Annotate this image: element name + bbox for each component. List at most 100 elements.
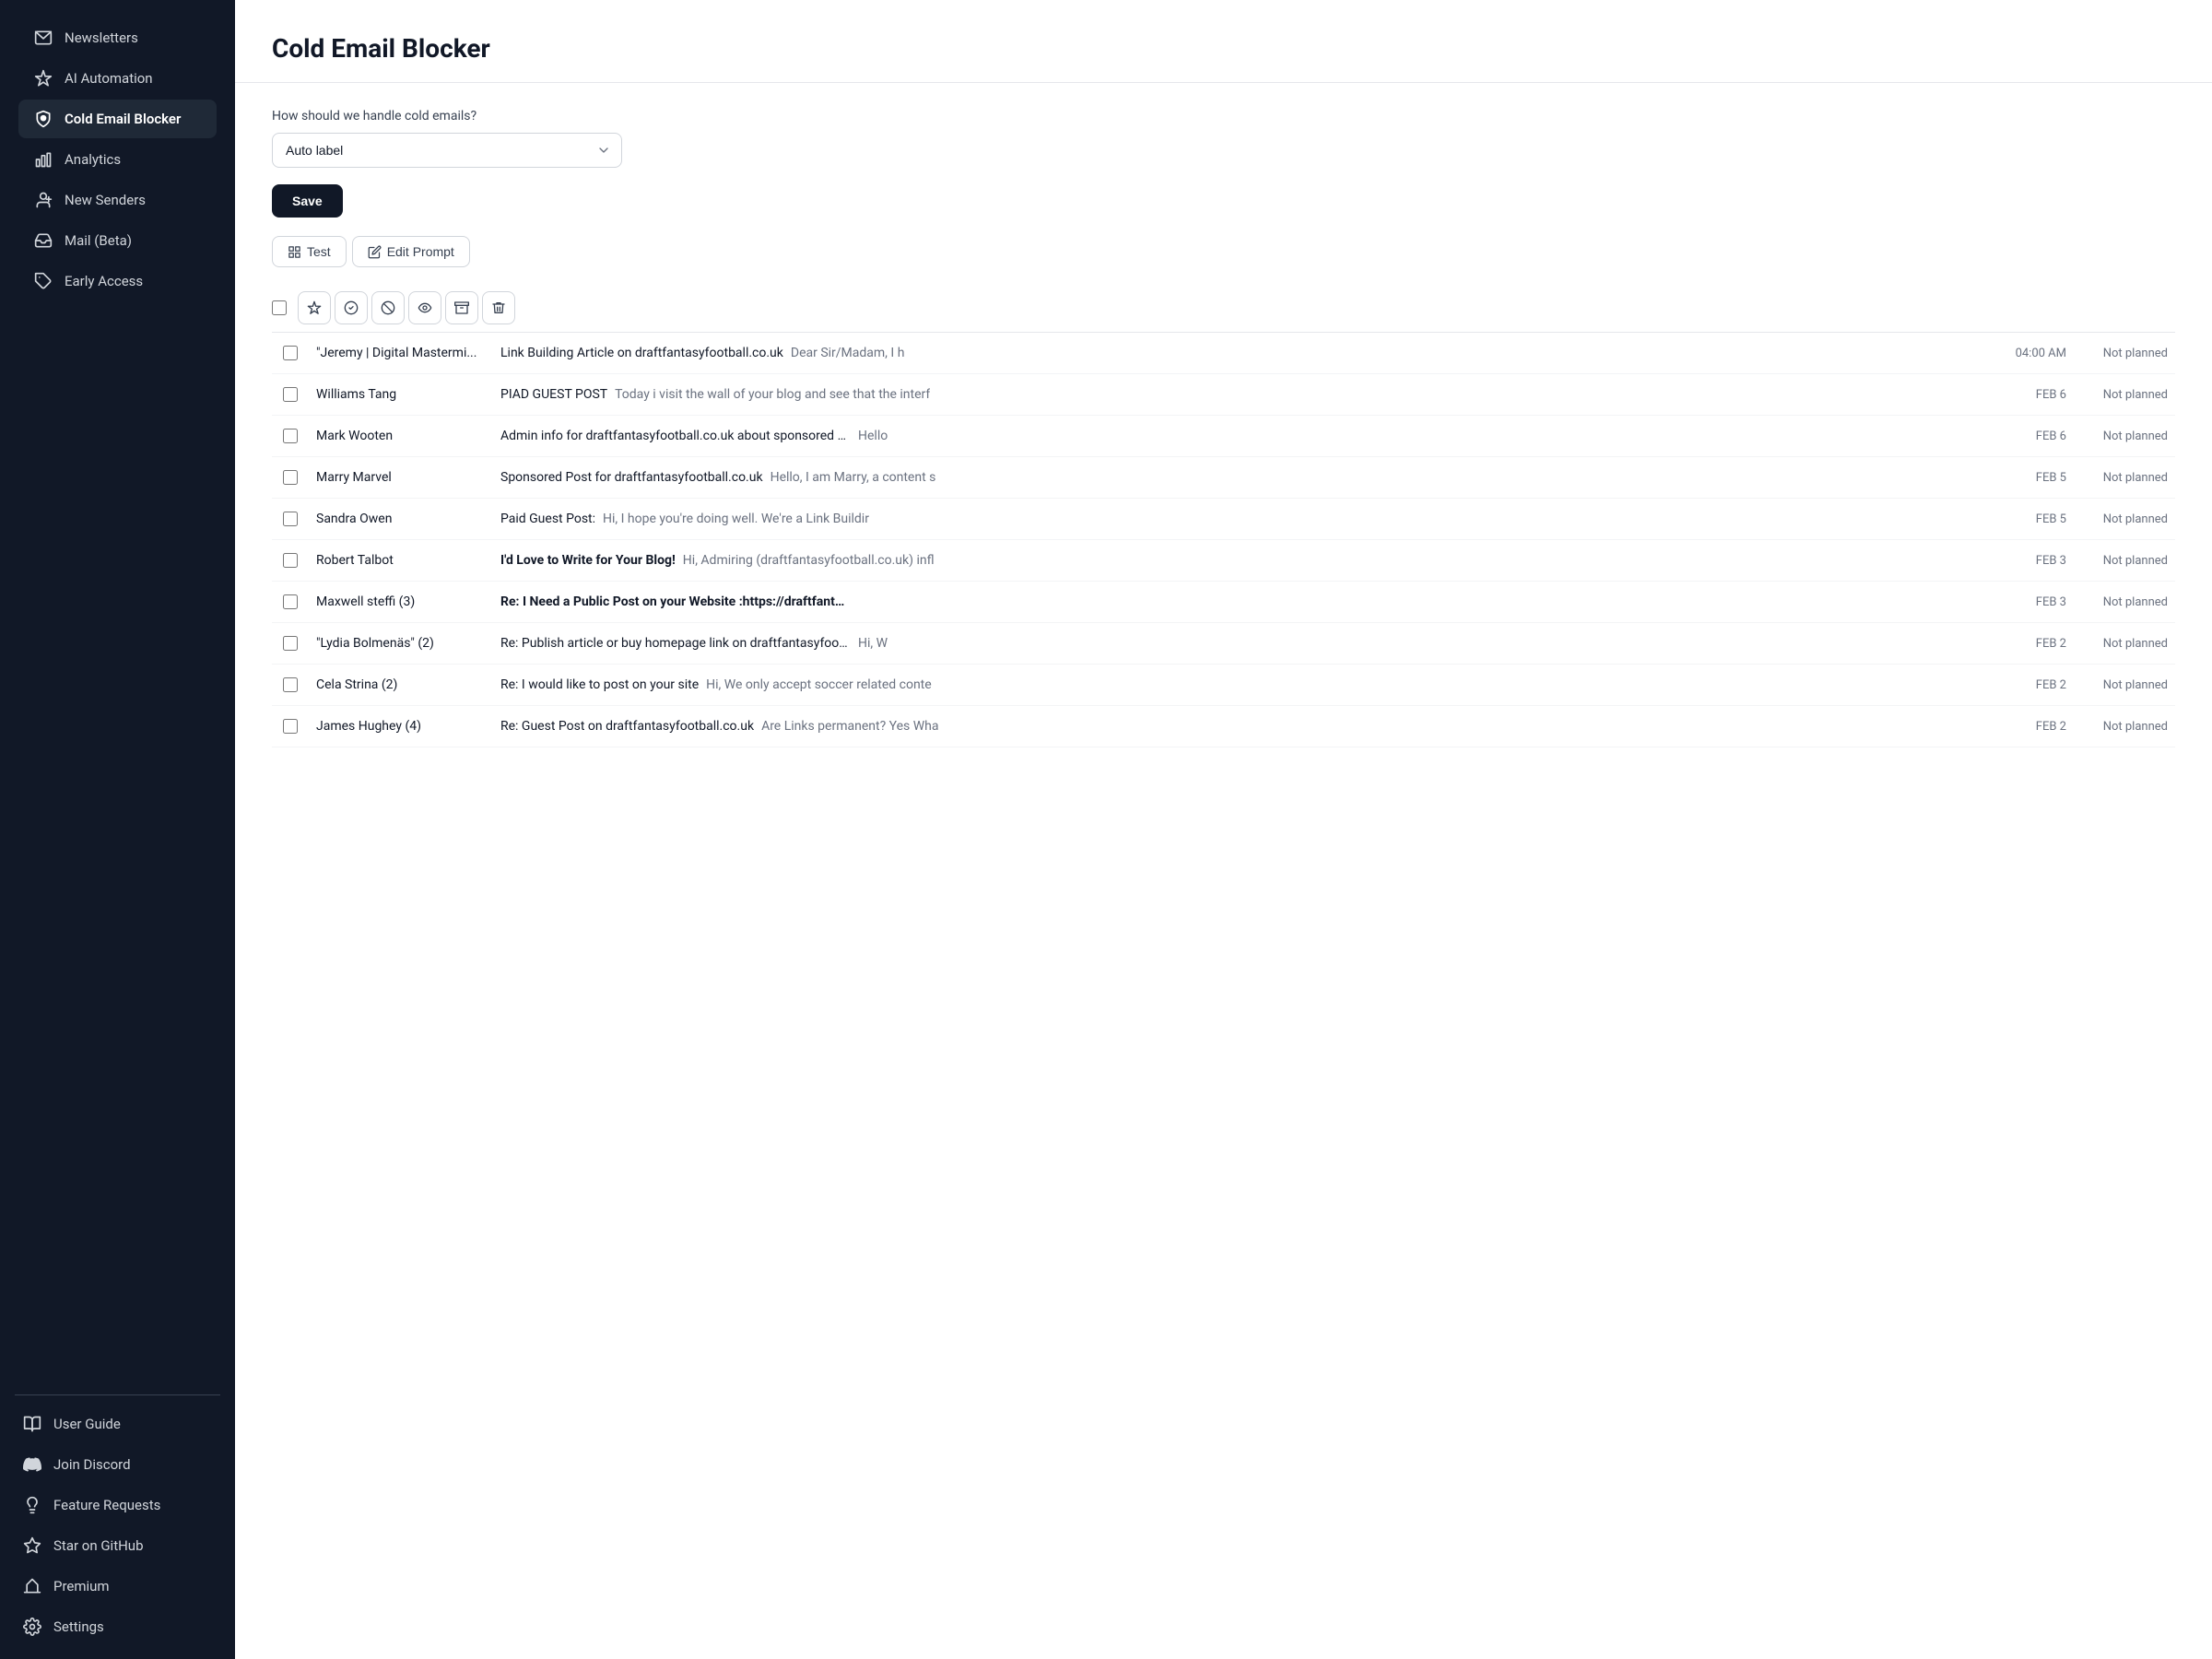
email-content: Re: I Need a Public Post on your Website… bbox=[493, 582, 1991, 622]
sidebar-item-ai-automation[interactable]: AI Automation bbox=[18, 59, 217, 98]
email-preview: Today i visit the wall of your blog and … bbox=[615, 387, 930, 402]
sidebar-item-analytics[interactable]: Analytics bbox=[18, 140, 217, 179]
handle-select[interactable]: Auto label Archive Delete Mark as read bbox=[272, 133, 622, 168]
email-content: Sponsored Post for draftfantasyfootball.… bbox=[493, 457, 1991, 498]
email-date: 04:00 AM bbox=[1991, 334, 2074, 373]
sidebar-bottom: User Guide Join Discord Feature Requests bbox=[0, 1403, 235, 1659]
sidebar-label-premium: Premium bbox=[53, 1578, 110, 1594]
toolbar-block-button[interactable] bbox=[371, 291, 405, 324]
row-checkbox-wrapper bbox=[272, 540, 309, 581]
sparkle-icon bbox=[33, 68, 53, 88]
star-icon bbox=[22, 1535, 42, 1556]
sidebar-item-mail-beta[interactable]: Mail (Beta) bbox=[18, 221, 217, 260]
email-date: FEB 3 bbox=[1991, 582, 2074, 622]
row-checkbox[interactable] bbox=[283, 594, 298, 609]
email-row[interactable]: Sandra Owen Paid Guest Post: Hi, I hope … bbox=[272, 499, 2175, 540]
row-checkbox[interactable] bbox=[283, 470, 298, 485]
email-content: I'd Love to Write for Your Blog! Hi, Adm… bbox=[493, 540, 1991, 581]
email-row[interactable]: Maxwell steffi (3) Re: I Need a Public P… bbox=[272, 582, 2175, 623]
email-status: Not planned bbox=[2074, 334, 2175, 373]
row-checkbox[interactable] bbox=[283, 387, 298, 402]
email-subject: Re: I Need a Public Post on your Website… bbox=[500, 594, 851, 609]
tabs-row: Test Edit Prompt bbox=[272, 236, 2175, 267]
row-checkbox[interactable] bbox=[283, 636, 298, 651]
row-checkbox[interactable] bbox=[283, 512, 298, 526]
email-content: Re: Guest Post on draftfantasyfootball.c… bbox=[493, 706, 1991, 747]
sidebar-label-user-guide: User Guide bbox=[53, 1416, 121, 1432]
tab-edit-prompt-label: Edit Prompt bbox=[387, 244, 454, 259]
sidebar-label-early-access: Early Access bbox=[65, 273, 143, 289]
email-date: FEB 6 bbox=[1991, 417, 2074, 456]
email-subject: PIAD GUEST POST bbox=[500, 387, 607, 402]
email-status: Not planned bbox=[2074, 707, 2175, 747]
toolbar-check-button[interactable] bbox=[335, 291, 368, 324]
mail-icon bbox=[33, 28, 53, 48]
toolbar-delete-button[interactable] bbox=[482, 291, 515, 324]
email-row[interactable]: James Hughey (4) Re: Guest Post on draft… bbox=[272, 706, 2175, 747]
toolbar-eye-button[interactable] bbox=[408, 291, 441, 324]
email-row[interactable]: Williams Tang PIAD GUEST POST Today i vi… bbox=[272, 374, 2175, 416]
main-content: Cold Email Blocker How should we handle … bbox=[235, 0, 2212, 1659]
email-preview: Hello, I am Marry, a content s bbox=[771, 470, 936, 485]
email-row[interactable]: "Jeremy | Digital Mastermi... Link Build… bbox=[272, 333, 2175, 374]
row-checkbox[interactable] bbox=[283, 429, 298, 443]
toolbar-archive-button[interactable] bbox=[445, 291, 478, 324]
email-preview: Hi, We only accept soccer related conte bbox=[706, 677, 932, 692]
email-row[interactable]: Robert Talbot I'd Love to Write for Your… bbox=[272, 540, 2175, 582]
book-icon bbox=[22, 1414, 42, 1434]
email-row[interactable]: "Lydia Bolmenäs" (2) Re: Publish article… bbox=[272, 623, 2175, 665]
sidebar-item-settings[interactable]: Settings bbox=[7, 1607, 228, 1646]
sidebar-label-ai-automation: AI Automation bbox=[65, 70, 153, 87]
email-date: FEB 5 bbox=[1991, 500, 2074, 539]
discord-icon bbox=[22, 1454, 42, 1475]
email-row[interactable]: Marry Marvel Sponsored Post for draftfan… bbox=[272, 457, 2175, 499]
sender-name: Cela Strina (2) bbox=[309, 665, 493, 705]
sidebar-label-feature-requests: Feature Requests bbox=[53, 1497, 160, 1513]
row-checkbox[interactable] bbox=[283, 719, 298, 734]
email-preview: Hi, W bbox=[858, 636, 888, 651]
email-status: Not planned bbox=[2074, 582, 2175, 622]
email-content: Re: I would like to post on your site Hi… bbox=[493, 665, 1991, 705]
email-subject: Re: I would like to post on your site bbox=[500, 677, 699, 692]
email-content: Admin info for draftfantasyfootball.co.u… bbox=[493, 416, 1991, 456]
shield-icon bbox=[33, 109, 53, 129]
sender-name: Marry Marvel bbox=[309, 457, 493, 498]
sender-name: "Jeremy | Digital Mastermi... bbox=[309, 333, 493, 373]
sidebar-item-feature-requests[interactable]: Feature Requests bbox=[7, 1486, 228, 1524]
tag-icon bbox=[33, 271, 53, 291]
email-preview: Are Links permanent? Yes Wha bbox=[761, 719, 938, 734]
email-status: Not planned bbox=[2074, 624, 2175, 664]
sidebar-item-premium[interactable]: Premium bbox=[7, 1567, 228, 1606]
email-list: "Jeremy | Digital Mastermi... Link Build… bbox=[272, 333, 2175, 747]
row-checkbox-wrapper bbox=[272, 499, 309, 539]
sidebar-label-star-github: Star on GitHub bbox=[53, 1537, 144, 1554]
select-all-checkbox[interactable] bbox=[272, 300, 287, 315]
sidebar-item-new-senders[interactable]: New Senders bbox=[18, 181, 217, 219]
sidebar-item-join-discord[interactable]: Join Discord bbox=[7, 1445, 228, 1484]
email-subject: Re: Publish article or buy homepage link… bbox=[500, 636, 851, 651]
toolbar-ai-button[interactable] bbox=[298, 291, 331, 324]
sender-name: James Hughey (4) bbox=[309, 706, 493, 747]
user-plus-icon bbox=[33, 190, 53, 210]
save-button[interactable]: Save bbox=[272, 184, 343, 218]
email-date: FEB 2 bbox=[1991, 707, 2074, 747]
sidebar-item-user-guide[interactable]: User Guide bbox=[7, 1405, 228, 1443]
tab-edit-prompt[interactable]: Edit Prompt bbox=[352, 236, 470, 267]
page-header: Cold Email Blocker bbox=[235, 0, 2212, 83]
sidebar-nav: Newsletters AI Automation Cold Email Blo… bbox=[0, 0, 235, 310]
sidebar-item-star-github[interactable]: Star on GitHub bbox=[7, 1526, 228, 1565]
email-preview: Hi, Admiring (draftfantasyfootball.co.uk… bbox=[683, 553, 935, 568]
email-date: FEB 6 bbox=[1991, 375, 2074, 415]
crown-icon bbox=[22, 1576, 42, 1596]
email-row[interactable]: Cela Strina (2) Re: I would like to post… bbox=[272, 665, 2175, 706]
email-date: FEB 2 bbox=[1991, 624, 2074, 664]
email-status: Not planned bbox=[2074, 375, 2175, 415]
tab-test[interactable]: Test bbox=[272, 236, 347, 267]
sidebar-item-cold-email-blocker[interactable]: Cold Email Blocker bbox=[18, 100, 217, 138]
row-checkbox[interactable] bbox=[283, 346, 298, 360]
email-row[interactable]: Mark Wooten Admin info for draftfantasyf… bbox=[272, 416, 2175, 457]
sidebar-item-newsletters[interactable]: Newsletters bbox=[18, 18, 217, 57]
row-checkbox[interactable] bbox=[283, 677, 298, 692]
sidebar-item-early-access[interactable]: Early Access bbox=[18, 262, 217, 300]
row-checkbox[interactable] bbox=[283, 553, 298, 568]
